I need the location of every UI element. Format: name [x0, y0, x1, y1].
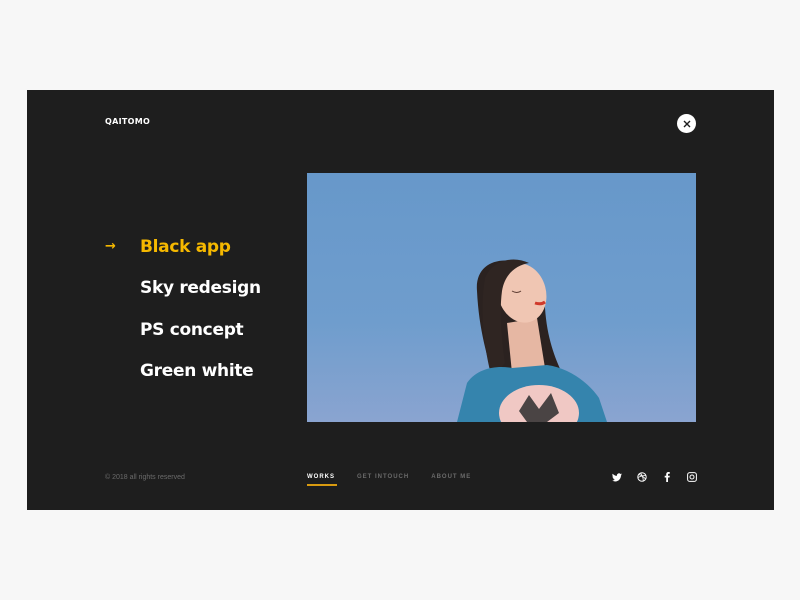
close-button[interactable]: [677, 114, 696, 133]
copyright-text: © 2018 all rights reserved: [105, 474, 185, 481]
menu-item-label: Sky redesign: [140, 278, 261, 299]
arrow-right-icon: →: [105, 239, 116, 255]
close-icon: [683, 120, 690, 127]
menu-item-label: Black app: [140, 236, 231, 257]
social-links: [612, 472, 697, 482]
facebook-icon[interactable]: [662, 472, 672, 482]
twitter-icon[interactable]: [612, 472, 622, 482]
menu-item-ps-concept[interactable]: PS concept: [103, 309, 261, 351]
menu-item-green-white[interactable]: Green white: [103, 351, 261, 393]
menu-item-sky-redesign[interactable]: Sky redesign: [103, 268, 261, 310]
menu-item-label: Green white: [140, 361, 254, 382]
project-menu: → Black app Sky redesign PS concept Gree…: [103, 226, 261, 392]
portrait-illustration: [457, 259, 607, 422]
project-preview-image: [307, 173, 696, 422]
menu-overlay: QAITOMO → Black app Sky redesign PS conc…: [27, 90, 774, 510]
instagram-icon[interactable]: [687, 472, 697, 482]
brand-logo[interactable]: QAITOMO: [105, 117, 150, 126]
footer-nav: WORKS GET INTOUCH ABOUT ME: [307, 474, 493, 486]
nav-link-get-intouch[interactable]: GET INTOUCH: [357, 474, 409, 480]
nav-link-about-me[interactable]: ABOUT ME: [431, 474, 471, 480]
menu-item-black-app[interactable]: → Black app: [103, 226, 261, 268]
dribbble-icon[interactable]: [637, 472, 647, 482]
nav-link-works[interactable]: WORKS: [307, 474, 337, 486]
menu-item-label: PS concept: [140, 319, 244, 340]
